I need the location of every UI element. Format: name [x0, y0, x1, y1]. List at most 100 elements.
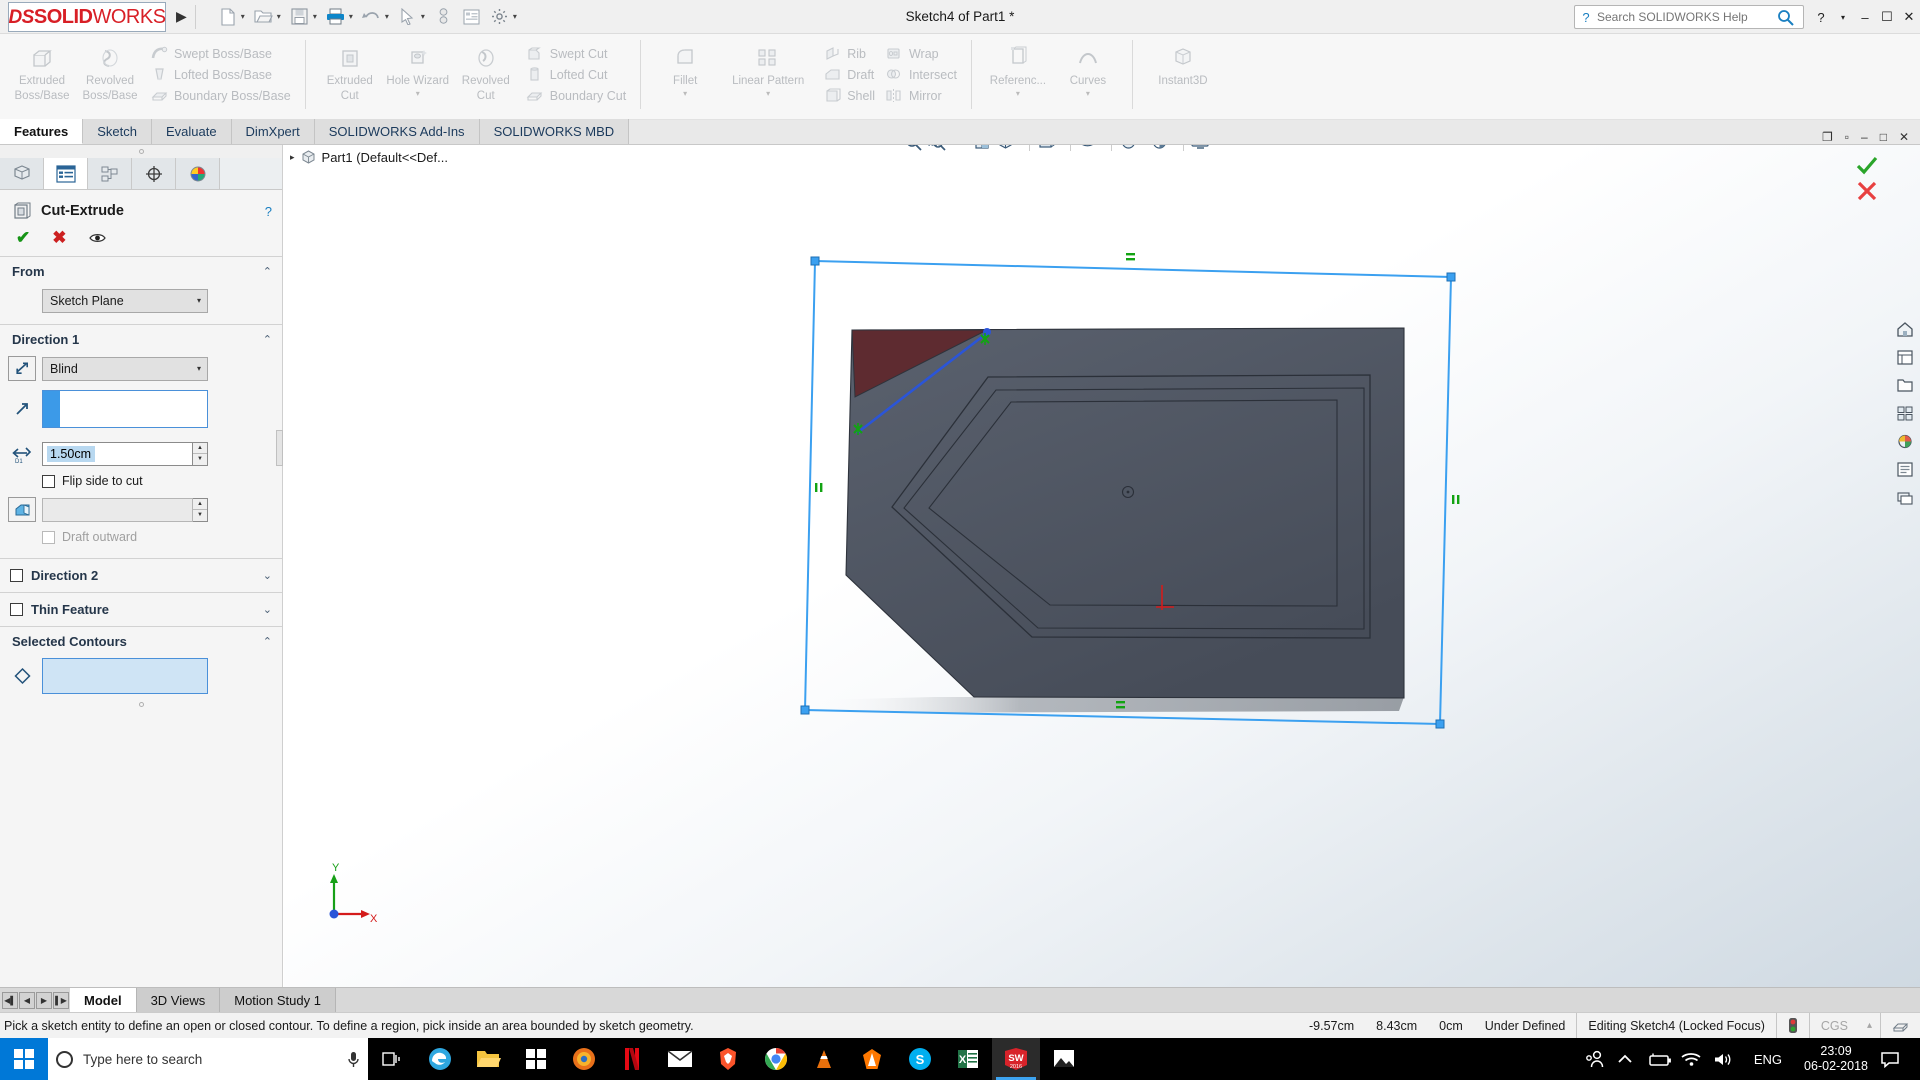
chevron-down-icon[interactable]: ⌄ [263, 569, 272, 582]
last-tab-button[interactable]: ▌▶ [53, 991, 69, 1009]
rib-button[interactable]: Rib [817, 43, 879, 64]
revolved-boss-base-button[interactable]: Revolved Boss/Base [76, 37, 144, 103]
netflix-app-button[interactable] [608, 1038, 656, 1080]
help-dropdown-icon[interactable]: ▾ [1832, 13, 1854, 22]
selected-contours-list[interactable] [42, 658, 208, 694]
minimize-document-button[interactable]: – [1856, 130, 1873, 144]
end-condition-select[interactable]: Blind ▾ [42, 356, 208, 381]
close-button[interactable]: ✕ [1898, 9, 1920, 25]
chrome-app-button[interactable] [752, 1038, 800, 1080]
lofted-cut-button[interactable]: Lofted Cut [520, 64, 630, 85]
shell-button[interactable]: Shell [817, 85, 879, 106]
direction-reference-field[interactable] [42, 390, 208, 428]
fillet-button[interactable]: Fillet ▾ [651, 37, 719, 98]
first-tab-button[interactable]: ◀▌ [2, 991, 18, 1009]
units-indicator[interactable]: CGS [1808, 1012, 1859, 1039]
curves-button[interactable]: Curves ▾ [1054, 37, 1122, 98]
cancel-button[interactable]: ✖ [52, 229, 66, 246]
select-tool-button[interactable]: ▾ [394, 2, 430, 32]
sketch-endpoint[interactable] [800, 705, 810, 715]
undo-button[interactable]: ▾ [358, 2, 394, 32]
sketch-endpoint[interactable] [1435, 719, 1445, 729]
file-properties-button[interactable] [458, 2, 486, 32]
swept-boss-base-button[interactable]: Swept Boss/Base [144, 43, 295, 64]
property-manager-tab[interactable] [44, 158, 88, 189]
design-library-icon[interactable] [1892, 345, 1917, 369]
model-viewport[interactable] [284, 145, 1920, 987]
mirror-button[interactable]: Mirror [879, 85, 961, 106]
rebuild-status-icon[interactable] [1775, 1012, 1809, 1039]
microsoft-store-app-button[interactable] [512, 1038, 560, 1080]
tab-solidworks-mbd[interactable]: SOLIDWORKS MBD [479, 119, 630, 144]
taskbar-search-box[interactable]: Type here to search [48, 1038, 368, 1080]
tab-features[interactable]: Features [0, 119, 84, 144]
chevron-down-icon[interactable]: ▾ [766, 89, 770, 98]
help-search-input[interactable] [1597, 10, 1777, 24]
tab-sketch[interactable]: Sketch [83, 119, 152, 144]
graphics-area[interactable]: ▸ Part1 (Default<<Def... ▾ [284, 145, 1920, 987]
firefox-app-button[interactable] [560, 1038, 608, 1080]
photos-app-button[interactable] [1040, 1038, 1088, 1080]
previous-tab-button[interactable]: ◀ [19, 991, 35, 1009]
open-document-button[interactable]: ▾ [250, 2, 286, 32]
task-view-button[interactable] [368, 1038, 416, 1080]
help-button[interactable]: ? [1810, 10, 1832, 25]
appearances-scenes-icon[interactable] [1892, 429, 1917, 453]
preview-eye-icon[interactable] [88, 232, 106, 244]
solidworks-app-button[interactable]: SW 2016 [992, 1038, 1040, 1080]
hole-wizard-button[interactable]: Hole Wizard ▾ [384, 37, 452, 98]
intersect-button[interactable]: Intersect [879, 64, 961, 85]
save-document-button[interactable]: ▾ [286, 2, 322, 32]
chevron-down-icon[interactable]: ▾ [385, 12, 389, 21]
draft-angle-stepper[interactable]: ▲ ▼ [193, 497, 208, 522]
restore-document-button[interactable]: ▫ [1840, 130, 1854, 144]
tab-dimxpert[interactable]: DimXpert [231, 119, 315, 144]
configuration-manager-tab[interactable] [88, 158, 132, 189]
minimize-button[interactable]: – [1854, 10, 1876, 25]
solidworks-forum-icon[interactable] [1892, 485, 1917, 509]
skype-app-button[interactable]: S [896, 1038, 944, 1080]
battery-icon[interactable] [1648, 1052, 1678, 1067]
show-hidden-icons-icon[interactable] [1616, 1052, 1646, 1066]
rebuild-button[interactable] [430, 2, 458, 32]
chevron-down-icon[interactable]: ▾ [241, 12, 245, 21]
custom-properties-icon[interactable] [1892, 457, 1917, 481]
draft-outward-row[interactable]: Draft outward [0, 525, 282, 549]
search-icon[interactable] [1777, 9, 1803, 26]
direction2-checkbox[interactable] [10, 569, 23, 582]
chevron-up-icon[interactable]: ⌃ [263, 635, 272, 648]
extruded-cut-button[interactable]: Extruded Cut [316, 37, 384, 103]
options-button[interactable]: ▾ [486, 2, 522, 32]
taskbar-clock[interactable]: 23:09 06-02-2018 [1794, 1044, 1878, 1074]
draft-on-off-button[interactable] [8, 497, 36, 522]
file-explorer-icon[interactable] [1892, 373, 1917, 397]
start-button[interactable] [0, 1038, 48, 1080]
stepper-down-icon[interactable]: ▼ [193, 454, 207, 465]
chevron-down-icon[interactable]: ▾ [513, 12, 517, 21]
model-face[interactable] [845, 327, 1405, 699]
sketch-endpoint[interactable] [810, 256, 820, 266]
extruded-boss-base-button[interactable]: Extruded Boss/Base [8, 37, 76, 103]
draft-button[interactable]: Draft [817, 64, 879, 85]
draft-outward-checkbox[interactable] [42, 530, 55, 544]
chevron-down-icon[interactable]: ▾ [349, 12, 353, 21]
boundary-cut-button[interactable]: Boundary Cut [520, 85, 630, 106]
instant3d-button[interactable]: Instant3D [1143, 37, 1223, 88]
maximize-document-button[interactable]: □ [1875, 130, 1892, 144]
chevron-down-icon[interactable]: ▾ [1086, 89, 1090, 98]
next-tab-button[interactable]: ▶ [36, 991, 52, 1009]
depth-stepper[interactable]: ▲ ▼ [193, 441, 208, 466]
chevron-down-icon[interactable]: ⌄ [263, 603, 272, 616]
tab-evaluate[interactable]: Evaluate [151, 119, 232, 144]
volume-icon[interactable] [1712, 1051, 1742, 1068]
help-search-box[interactable]: ? [1574, 5, 1804, 29]
from-condition-select[interactable]: Sketch Plane ▾ [42, 288, 208, 313]
draft-angle-input[interactable] [42, 497, 193, 522]
language-indicator[interactable]: ENG [1744, 1052, 1792, 1067]
linear-pattern-button[interactable]: Linear Pattern ▾ [719, 37, 817, 98]
section-direction1-header[interactable]: Direction 1 ⌃ [0, 325, 282, 353]
confirm-accept-icon[interactable] [1856, 155, 1878, 175]
file-explorer-app-button[interactable] [464, 1038, 512, 1080]
menu-expand-arrow[interactable]: ▶ [176, 8, 187, 25]
chevron-up-icon[interactable]: ⌃ [263, 265, 272, 278]
